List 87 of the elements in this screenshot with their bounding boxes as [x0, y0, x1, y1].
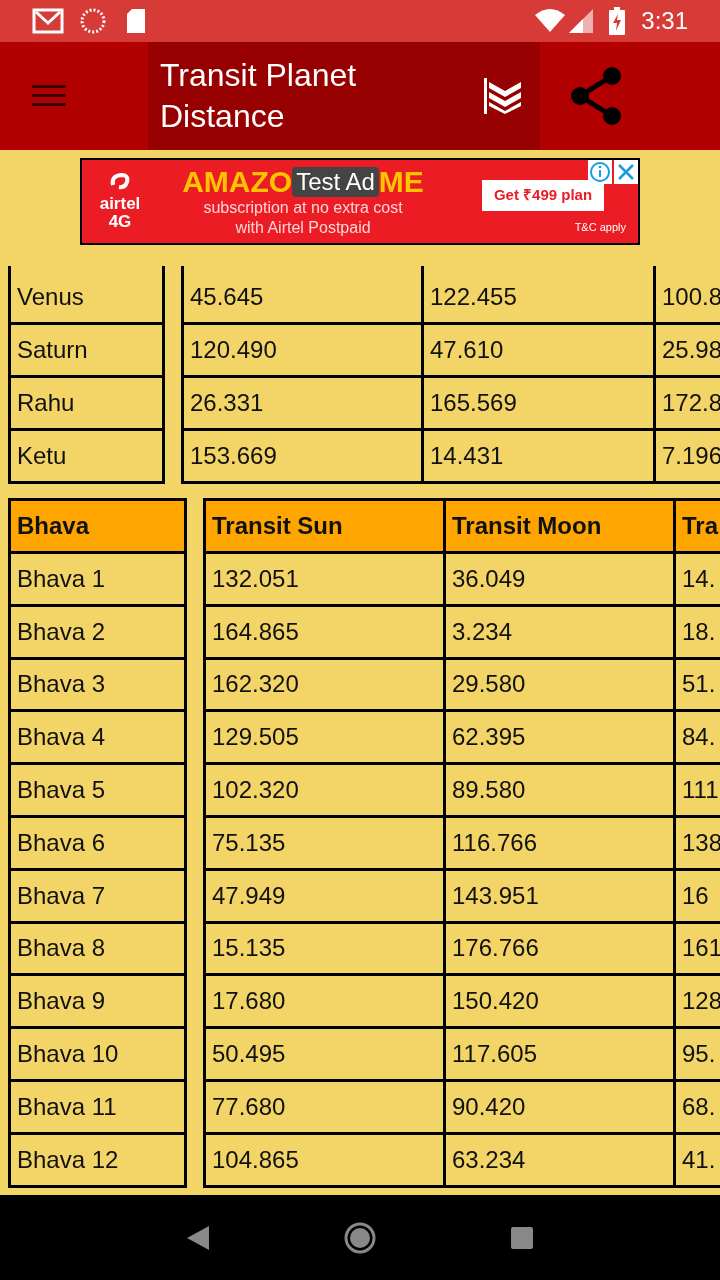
- bhava-name-cell: Bhava 2: [11, 606, 187, 660]
- table-cell: 111: [676, 765, 720, 818]
- offer-button[interactable]: Get ₹499 plan: [481, 180, 605, 211]
- column-header: Tra: [676, 501, 720, 554]
- table-cell: 102.320: [206, 765, 446, 818]
- table-cell: 47.610: [424, 325, 656, 378]
- table-cell: 14.431: [424, 431, 656, 484]
- bhava-name-cell: Bhava 8: [11, 923, 187, 977]
- table-cell: 120.490: [184, 325, 424, 378]
- column-header: Transit Sun: [206, 501, 446, 554]
- column-header: Bhava: [11, 501, 187, 554]
- planet-name-cell: Saturn: [11, 325, 165, 378]
- table-cell: 95.: [676, 1029, 720, 1082]
- ad-network: 4G: [108, 212, 132, 231]
- ad-banner[interactable]: airtel 4G AMAZO Test Ad ME subscription at no extra cost with Airtel Postpaid Get ₹499 plan T&C apply: [80, 158, 640, 245]
- table-cell: 84.: [676, 712, 720, 766]
- table-cell: 41.: [676, 1134, 720, 1188]
- table-cell: 122.455: [424, 272, 656, 325]
- recents-icon[interactable]: [510, 1226, 533, 1249]
- table-cell: 153.669: [184, 431, 424, 484]
- sd-card-icon: [126, 8, 146, 34]
- table-cell: 29.580: [446, 659, 676, 713]
- table-cell: 132.051: [206, 554, 446, 607]
- status-time: 3:31: [641, 6, 688, 36]
- ad-headline: ME: [378, 165, 424, 198]
- table-cell: 14.: [676, 554, 720, 607]
- info-icon[interactable]: [588, 160, 612, 184]
- table-cell: 143.951: [446, 870, 676, 924]
- ad-brand: airtel: [99, 194, 141, 213]
- ad-text: with Airtel Postpaid: [235, 217, 371, 238]
- table-cell: 50.495: [206, 1029, 446, 1082]
- table-cell: 176.766: [446, 923, 676, 977]
- wifi-icon: [535, 9, 566, 33]
- table-cell: 75.135: [206, 818, 446, 871]
- table-cell: 18.: [676, 606, 720, 660]
- bhava-name-cell: Bhava 10: [11, 1029, 187, 1082]
- bhava-name-cell: Bhava 7: [11, 870, 187, 924]
- ad-terms: T&C apply: [574, 219, 626, 235]
- table-cell: 51.: [676, 659, 720, 713]
- table-cell: 165.569: [424, 378, 656, 431]
- table-cell: 15.135: [206, 923, 446, 977]
- menu-icon: [32, 84, 66, 108]
- table-cell: 3.234: [446, 606, 676, 660]
- bhava-name-cell: Bhava 11: [11, 1081, 187, 1135]
- column-header: Transit Moon: [446, 501, 676, 554]
- table-cell: 26.331: [184, 378, 424, 431]
- table-cell: 63.234: [446, 1134, 676, 1188]
- planet-name-cell: Ketu: [11, 431, 165, 484]
- bhava-name-cell: Bhava 4: [11, 712, 187, 766]
- screen-title: Transit Planet Distance: [160, 56, 358, 136]
- bhava-name-cell: Bhava 9: [11, 976, 187, 1030]
- table-cell: 150.420: [446, 976, 676, 1030]
- table-cell: 89.580: [446, 765, 676, 818]
- close-icon[interactable]: [614, 160, 638, 184]
- bhava-name-cell: Bhava 1: [11, 554, 187, 607]
- table-cell: 90.420: [446, 1081, 676, 1135]
- table-cell: 47.949: [206, 870, 446, 924]
- table-cell: 36.049: [446, 554, 676, 607]
- table-cell: 17.680: [206, 976, 446, 1030]
- ad-headline: AMAZO: [182, 165, 293, 198]
- table-cell: 162.320: [206, 659, 446, 713]
- bhava-name-cell: Bhava 12: [11, 1134, 187, 1188]
- sync-icon: [80, 8, 106, 34]
- home-icon[interactable]: [344, 1221, 376, 1254]
- signal-icon: [569, 9, 594, 33]
- table-cell: 164.865: [206, 606, 446, 660]
- table-cell: 62.395: [446, 712, 676, 766]
- table-cell: 104.865: [206, 1134, 446, 1188]
- share-icon: [570, 67, 622, 125]
- table-cell: 129.505: [206, 712, 446, 766]
- bhava-name-cell: Bhava 3: [11, 659, 187, 713]
- table-cell: 117.605: [446, 1029, 676, 1082]
- table-cell: 161: [676, 923, 720, 977]
- planet-name-cell: Venus: [11, 272, 165, 325]
- table-cell: 116.766: [446, 818, 676, 871]
- table-cell: 45.645: [184, 272, 424, 325]
- table-cell: 68.: [676, 1081, 720, 1135]
- bhava-name-cell: Bhava 5: [11, 765, 187, 818]
- table-cell: 16: [676, 870, 720, 924]
- test-ad-label: Test Ad: [292, 166, 379, 197]
- battery-icon: [609, 7, 626, 35]
- planet-name-cell: Rahu: [11, 378, 165, 431]
- ad-text: subscription at no extra cost: [203, 197, 403, 218]
- bhava-name-cell: Bhava 6: [11, 818, 187, 871]
- chevrons-icon[interactable]: [484, 78, 524, 114]
- back-icon[interactable]: [187, 1225, 210, 1250]
- table-cell: 77.680: [206, 1081, 446, 1135]
